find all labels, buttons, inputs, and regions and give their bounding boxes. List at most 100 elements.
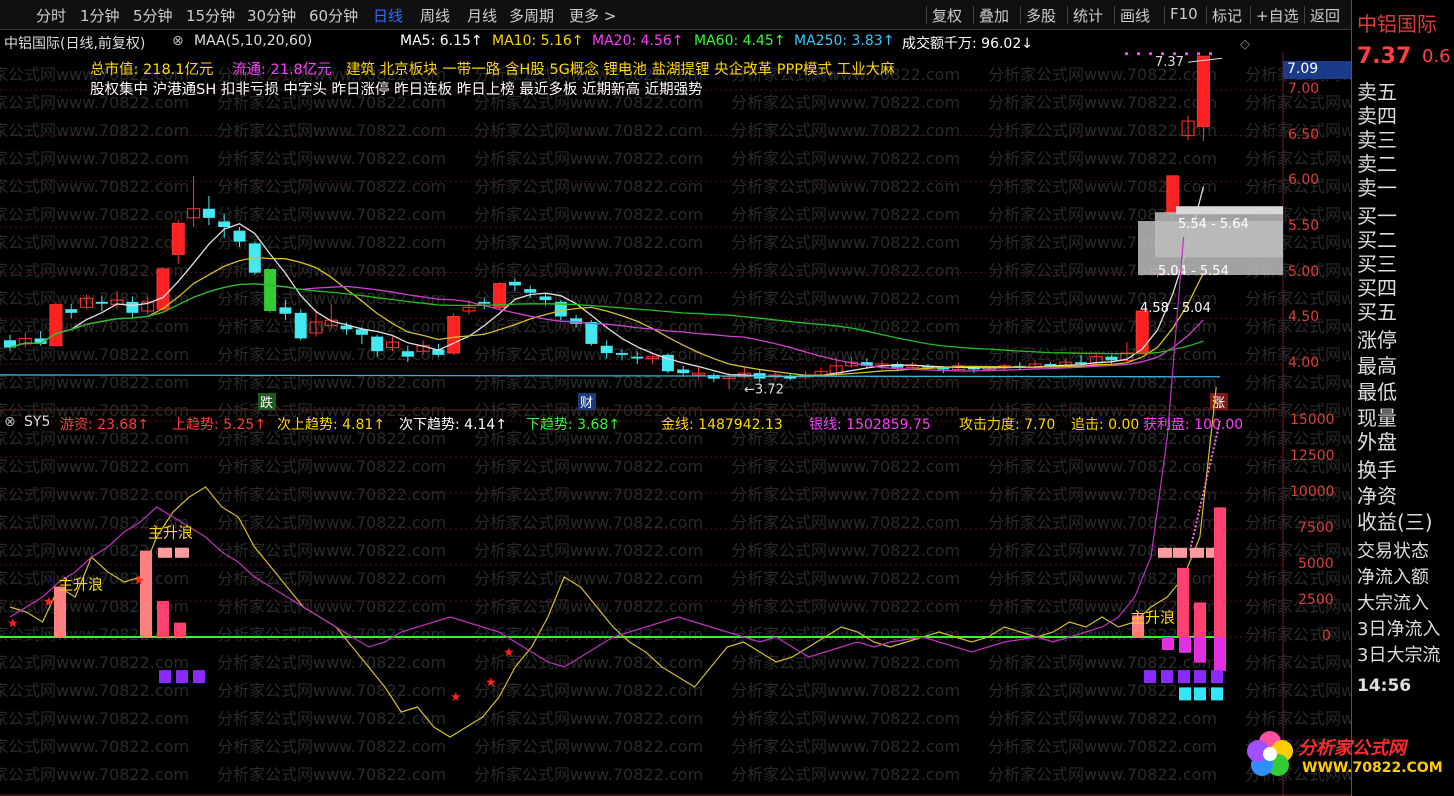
marker-dot — [1161, 52, 1164, 56]
watermark-text: 分析家公式网www.70822.com — [474, 205, 703, 224]
watermark-text: 分析家公式网www.70822.com — [988, 121, 1217, 140]
watermark-text: 分析家公式网www.70822.com — [988, 737, 1217, 756]
side-change: 0.6 — [1422, 46, 1451, 67]
toolbar-tab-7[interactable]: 周线 — [420, 5, 450, 26]
toolbar-tab-5[interactable]: 60分钟 — [309, 5, 358, 26]
watermark-text: 分析家公式网www.70822.com — [731, 149, 960, 168]
marker-dot — [1125, 52, 1128, 56]
watermark-text: 分析家公式网www.70822.com — [0, 765, 189, 784]
watermark-text: 分析家公式网www.70822.com — [217, 709, 446, 728]
chevron-down-icon[interactable]: ⊗ — [172, 33, 184, 49]
watermark-text: 分析家公式网www.70822.com — [0, 121, 189, 140]
ma-legend-item: MA5: 6.15↑ — [400, 33, 483, 49]
side-item-12[interactable]: 最低 — [1357, 376, 1397, 405]
watermark-text: 分析家公式网www.70822.com — [988, 317, 1217, 336]
info-tag: 总市值: 218.1亿元 — [90, 62, 214, 78]
watermark-text: 分析家公式网www.70822.com — [731, 457, 960, 476]
indicator-close-icon[interactable]: ⊗ — [4, 414, 16, 430]
marker-dot — [1209, 52, 1212, 56]
watermark-text: 分析家公式网www.70822.com — [217, 569, 446, 588]
watermark-text: 分析家公式网www.70822.com — [731, 317, 960, 336]
watermark-text: 分析家公式网www.70822.com — [474, 765, 703, 784]
toolbar-tab-3[interactable]: 15分钟 — [186, 5, 235, 26]
candle-body — [600, 345, 613, 354]
side-item-17[interactable]: 收益(三) — [1357, 506, 1433, 535]
volume-bar — [157, 601, 169, 637]
side-item-20[interactable]: 大宗流入 — [1357, 589, 1429, 615]
watermark-text: 分析家公式网www.70822.com — [988, 485, 1217, 504]
side-item-16[interactable]: 净资 — [1357, 480, 1397, 509]
watermark-text: 分析家公式网www.70822.com — [0, 149, 189, 168]
toolbar-right-5[interactable]: F10 — [1170, 5, 1198, 23]
candle-body — [294, 312, 307, 339]
indicator-title: SY5 — [24, 414, 51, 430]
candle-body — [218, 221, 231, 227]
toolbar-right-1[interactable]: 叠加 — [979, 5, 1009, 26]
wave-label: 主升浪 — [58, 575, 103, 593]
toolbar-right-0[interactable]: 复权 — [932, 5, 962, 26]
side-item-10[interactable]: 涨停 — [1357, 324, 1397, 353]
side-item-15[interactable]: 换手 — [1357, 454, 1397, 483]
watermark-text: 分析家公式网www.70822.com — [1245, 625, 1351, 644]
watermark-text: 分析家公式网www.70822.com — [474, 597, 703, 616]
candle-body — [508, 281, 521, 286]
site-logo: 分析家公式网 WWW.70822.COM — [1242, 728, 1443, 784]
watermark-text: 分析家公式网www.70822.com — [731, 205, 960, 224]
wave-label: 主升浪 — [1130, 609, 1175, 627]
side-item-19[interactable]: 净流入额 — [1357, 563, 1429, 589]
indicator-axis-label: 15000 — [1290, 412, 1335, 428]
toolbar-tab-4[interactable]: 30分钟 — [247, 5, 296, 26]
side-item-22[interactable]: 3日大宗流 — [1357, 641, 1440, 667]
candle-body — [539, 296, 552, 301]
toolbar-right-4[interactable]: 画线 — [1120, 5, 1150, 26]
signal-square — [1211, 670, 1223, 684]
toolbar-tab-10[interactable]: 更多 > — [569, 5, 616, 26]
candle-body — [1135, 310, 1149, 354]
toolbar-right-3[interactable]: 统计 — [1073, 5, 1103, 26]
ma-legend-item: MA10: 5.16↑ — [492, 33, 584, 49]
side-item-4[interactable]: 卖一 — [1357, 172, 1397, 201]
side-item-9[interactable]: 买五 — [1357, 296, 1397, 325]
bar-cap — [1173, 547, 1187, 558]
watermark-text: 分析家公式网www.70822.com — [474, 261, 703, 280]
toolbar-tab-8[interactable]: 月线 — [467, 5, 497, 26]
toolbar-tab-9[interactable]: 多周期 — [509, 5, 554, 26]
watermark-text: 分析家公式网www.70822.com — [0, 681, 189, 700]
watermark-text: 分析家公式网www.70822.com — [731, 541, 960, 560]
price-axis-label: 6.50 — [1288, 126, 1320, 143]
side-item-18[interactable]: 交易状态 — [1357, 537, 1429, 563]
toolbar-tab-6[interactable]: 日线 — [373, 5, 403, 26]
info-tag: 流通: 21.8亿元 — [232, 62, 332, 78]
indicator-legend-item: 次下趋势: 4.14↑ — [399, 417, 508, 433]
toolbar-right-8[interactable]: 返回 — [1310, 5, 1340, 26]
toolbar-right-2[interactable]: 多股 — [1026, 5, 1056, 26]
volume-bar — [54, 586, 66, 637]
toolbar-tab-1[interactable]: 1分钟 — [80, 5, 120, 26]
candle-body — [65, 309, 78, 313]
watermark-text: 分析家公式网www.70822.com — [731, 261, 960, 280]
side-stock-name[interactable]: 中铝国际 — [1357, 8, 1437, 37]
candle-body — [202, 208, 215, 218]
toolbar-tab-0[interactable]: 分时 — [36, 5, 66, 26]
toolbar-right-7[interactable]: +自选 — [1256, 5, 1299, 26]
toolbar-separator — [926, 6, 927, 24]
side-item-21[interactable]: 3日净流入 — [1357, 615, 1440, 641]
toolbar-tab-2[interactable]: 5分钟 — [133, 5, 173, 26]
watermark-text: 分析家公式网www.70822.com — [1245, 149, 1351, 168]
candle-body — [371, 336, 384, 352]
signal-square-cyan — [1179, 687, 1191, 701]
watermark-text: 分析家公式网www.70822.com — [0, 709, 189, 728]
wave-label: 主升浪 — [148, 524, 193, 542]
watermark-text: 分析家公式网www.70822.com — [474, 625, 703, 644]
indicator-name: MAA(5,10,20,60) — [194, 33, 313, 49]
watermark-text: 分析家公式网www.70822.com — [731, 93, 960, 112]
watermark-text: 分析家公式网www.70822.com — [474, 149, 703, 168]
side-item-14[interactable]: 外盘 — [1357, 426, 1397, 455]
indicator-legend-item: 攻击力度: 7.70 — [959, 417, 1056, 433]
side-item-11[interactable]: 最高 — [1357, 350, 1397, 379]
indicator-legend-item: 下趋势: 3.68↑ — [526, 417, 621, 433]
watermark-text: 分析家公式网www.70822.com — [217, 485, 446, 504]
toolbar-right-6[interactable]: 标记 — [1212, 5, 1242, 26]
indicator-legend-item: 游资: 23.68↑ — [60, 417, 149, 433]
marker-dot — [1149, 52, 1152, 56]
